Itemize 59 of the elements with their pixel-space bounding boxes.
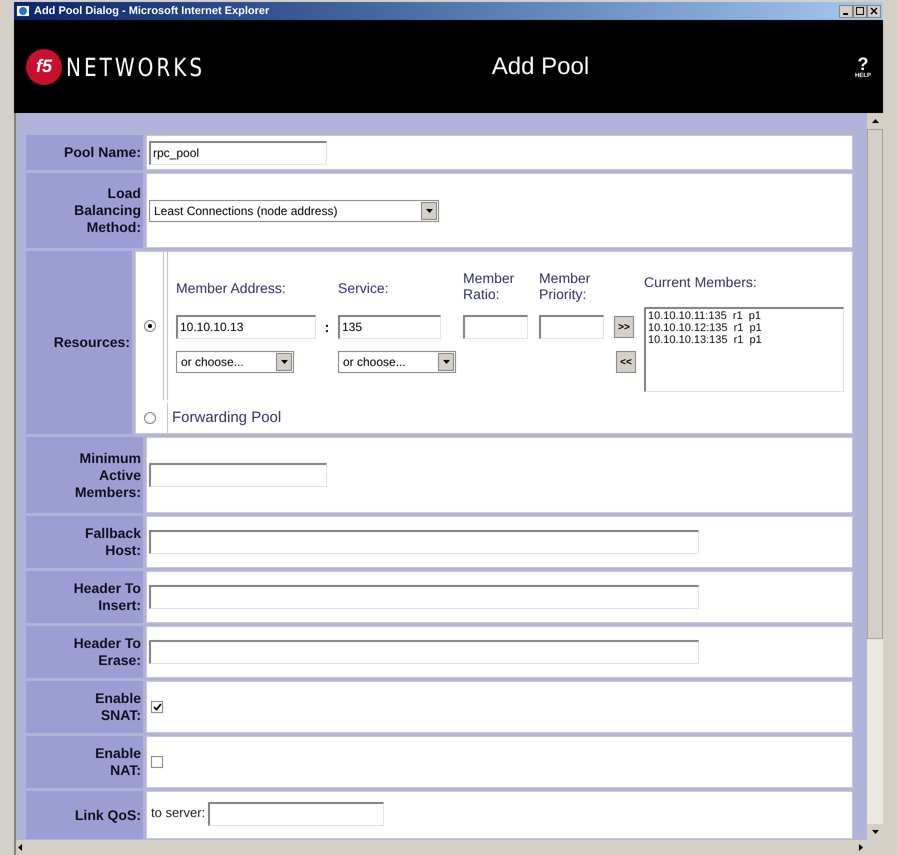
- field-label: Fallback Host:: [26, 516, 143, 568]
- option-label: Forwarding Pool: [172, 408, 282, 428]
- caret-icon: [276, 353, 292, 371]
- address-field[interactable]: 10.10.10.13: [176, 315, 316, 339]
- logo-mark: f5: [26, 48, 62, 84]
- scroll-down-icon[interactable]: [872, 830, 878, 834]
- page-title: Add Pool: [490, 52, 590, 82]
- vertical-scrollbar[interactable]: [867, 113, 883, 840]
- text-field[interactable]: [149, 585, 699, 609]
- caret-icon: [438, 353, 454, 371]
- field-label: Link QoS:: [26, 791, 143, 839]
- text-field[interactable]: rpc_pool: [149, 140, 327, 164]
- column-label: Current Members:: [644, 273, 758, 292]
- window-title: Add Pool Dialog - Microsoft Internet Explorer: [34, 4, 270, 19]
- close-icon: [870, 7, 878, 15]
- radio-button[interactable]: [144, 412, 156, 424]
- dropdown[interactable]: or choose...: [338, 351, 456, 373]
- service-field[interactable]: 135: [338, 315, 441, 339]
- field-label: Minimum Active Members:: [26, 437, 143, 513]
- column-label: Member Priority:: [539, 270, 592, 302]
- dropdown[interactable]: or choose...: [176, 351, 294, 373]
- priority-field[interactable]: [539, 315, 604, 339]
- checkbox[interactable]: [151, 756, 163, 768]
- ratio-field[interactable]: [463, 315, 528, 339]
- dropdown[interactable]: Least Connections (node address): [149, 200, 439, 222]
- column-label: Member Address:: [176, 280, 287, 298]
- separator: :: [324, 318, 330, 336]
- remove-button[interactable]: <<: [616, 351, 636, 373]
- scroll-left-icon[interactable]: [18, 844, 22, 851]
- text-field[interactable]: [149, 530, 699, 554]
- radio-button[interactable]: [144, 320, 156, 332]
- field-label: Header To Insert:: [26, 571, 143, 623]
- browser-icon: [16, 4, 30, 18]
- checkbox[interactable]: [151, 701, 163, 713]
- field-label: Header To Erase:: [26, 626, 143, 678]
- field-label: Load Balancing Method:: [26, 173, 143, 248]
- caret-icon: [421, 202, 437, 220]
- member-item[interactable]: 10.10.10.12:135 r1 p1: [648, 322, 841, 334]
- add-button[interactable]: >>: [614, 316, 634, 338]
- maximize-icon: [856, 7, 864, 15]
- field-label: Enable SNAT:: [26, 681, 143, 733]
- text-field[interactable]: [208, 802, 384, 826]
- maximize-button[interactable]: [853, 4, 867, 18]
- logo-text: NETWORKS: [66, 50, 206, 84]
- field-label: Enable NAT:: [26, 736, 143, 788]
- field-label: to server:: [151, 804, 206, 822]
- text-field[interactable]: [149, 640, 699, 664]
- field-label: Pool Name:: [26, 135, 143, 170]
- scroll-right-icon[interactable]: [859, 844, 863, 851]
- column-label: Service:: [338, 280, 390, 298]
- member-item[interactable]: 10.10.10.13:135 r1 p1: [648, 334, 841, 346]
- column-label: Member Ratio:: [463, 270, 516, 302]
- minimize-button[interactable]: [839, 4, 853, 18]
- member-item[interactable]: 10.10.10.11:135 r1 p1: [648, 310, 841, 322]
- text-field[interactable]: [149, 463, 327, 487]
- scroll-up-icon[interactable]: [872, 119, 878, 123]
- close-button[interactable]: [867, 4, 881, 18]
- members-list[interactable]: 10.10.10.11:135 r1 p1 10.10.10.12:135 r1 p1 10.10.10.13:135 r1 p1: [644, 307, 844, 392]
- field-label: Resources:: [26, 251, 132, 434]
